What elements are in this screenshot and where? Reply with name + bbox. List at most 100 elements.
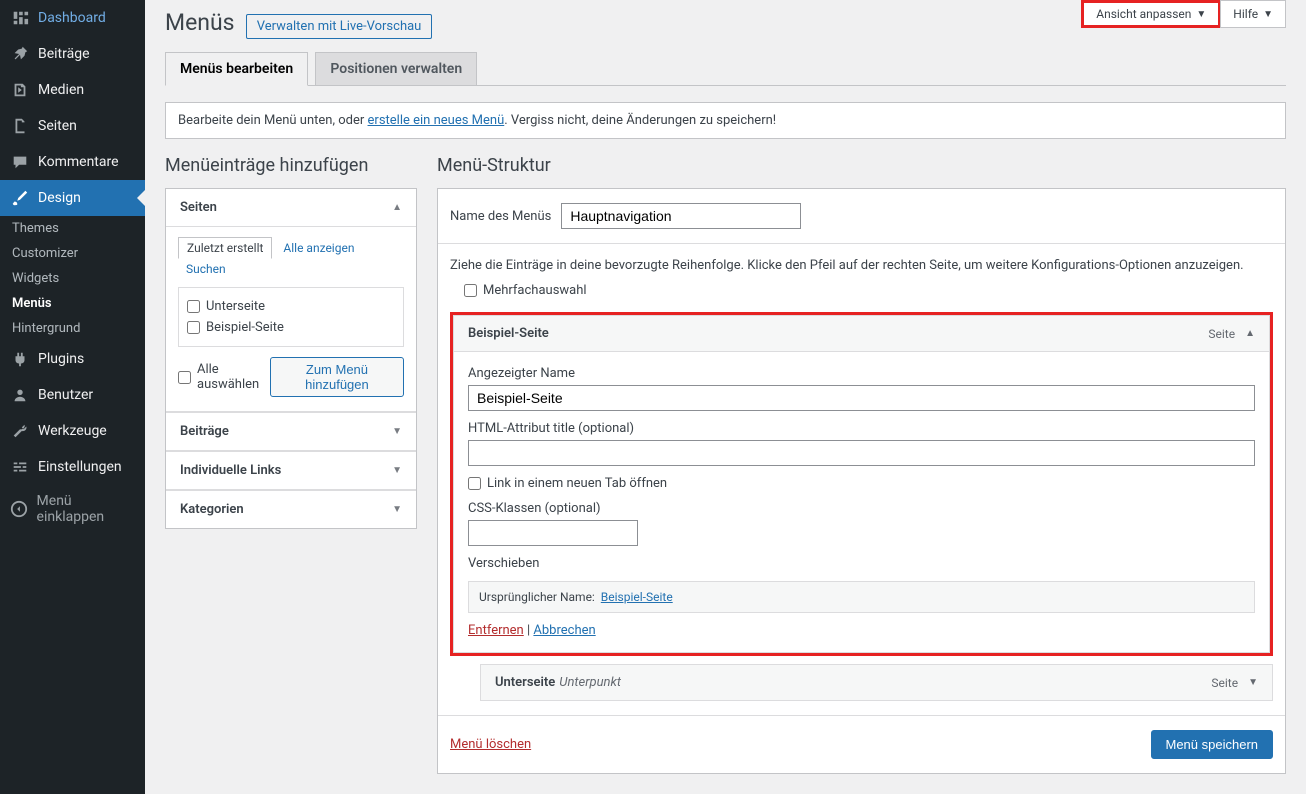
- caret-up-icon: ▲: [1245, 328, 1255, 339]
- label: Einstellungen: [38, 459, 122, 475]
- add-items-heading: Menüeinträge hinzufügen: [165, 155, 417, 176]
- label: Beiträge: [38, 46, 90, 62]
- accordion-posts-header[interactable]: Beiträge▼: [166, 412, 416, 451]
- sidebar-sub-customizer[interactable]: Customizer: [0, 241, 145, 266]
- move-label: Verschieben: [468, 556, 1255, 571]
- caret-down-icon: ▼: [392, 426, 402, 437]
- admin-sidebar: Dashboard Beiträge Medien Seiten Komment…: [0, 0, 145, 794]
- sidebar-item-users[interactable]: Benutzer: [0, 377, 145, 413]
- menu-name-input[interactable]: [561, 203, 801, 229]
- cancel-link[interactable]: Abbrechen: [533, 623, 595, 638]
- caret-down-icon: ▼: [392, 504, 402, 515]
- menu-item-settings: Angezeigter Name HTML-Attribut title (op…: [453, 352, 1270, 653]
- info-notice: Bearbeite dein Menü unten, oder erstelle…: [165, 102, 1286, 139]
- sidebar-sub-themes[interactable]: Themes: [0, 216, 145, 241]
- tab-edit-menus[interactable]: Menüs bearbeiten: [165, 52, 308, 86]
- original-name-box: Ursprünglicher Name: Beispiel-Seite: [468, 581, 1255, 613]
- menu-item-handle[interactable]: Beispiel-Seite Seite▲: [453, 315, 1270, 352]
- media-icon: [10, 80, 30, 100]
- delete-menu-link[interactable]: Menü löschen: [450, 737, 531, 752]
- wrench-icon: [10, 421, 30, 441]
- structure-heading: Menü-Struktur: [437, 155, 1286, 176]
- screen-options-button[interactable]: Ansicht anpassen▼: [1081, 0, 1221, 28]
- add-items-column: Menüeinträge hinzufügen Seiten▲ Zuletzt …: [165, 155, 417, 774]
- nav-label-input[interactable]: [468, 385, 1255, 411]
- accordion-pages-body: Zuletzt erstellt Alle anzeigen Suchen Un…: [166, 227, 416, 412]
- sidebar-item-media[interactable]: Medien: [0, 72, 145, 108]
- sidebar-item-posts[interactable]: Beiträge: [0, 36, 145, 72]
- live-preview-button[interactable]: Verwalten mit Live-Vorschau: [246, 14, 433, 39]
- label: Dashboard: [38, 10, 106, 26]
- label: Menü einklappen: [37, 493, 135, 525]
- nav-label-label: Angezeigter Name: [468, 366, 1255, 381]
- screen-meta: Ansicht anpassen▼ Hilfe▼: [1081, 0, 1286, 28]
- sidebar-item-comments[interactable]: Kommentare: [0, 144, 145, 180]
- add-to-menu-button[interactable]: Zum Menü hinzufügen: [270, 357, 404, 397]
- menu-item-beispiel: Beispiel-Seite Seite▲ Angezeigter Name H…: [450, 312, 1273, 656]
- collapse-icon: [10, 499, 29, 519]
- bulk-select-checkbox[interactable]: [464, 284, 477, 297]
- caret-down-icon: ▼: [1263, 9, 1273, 20]
- page-title: Menüs: [165, 0, 235, 40]
- brush-icon: [10, 188, 30, 208]
- sidebar-sub-widgets[interactable]: Widgets: [0, 266, 145, 291]
- page-checkbox-beispiel[interactable]: [187, 321, 200, 334]
- plug-icon: [10, 349, 30, 369]
- label: Seiten: [38, 118, 77, 134]
- sliders-icon: [10, 457, 30, 477]
- page-checklist: Unterseite Beispiel-Seite: [178, 287, 404, 347]
- title-attr-label: HTML-Attribut title (optional): [468, 421, 1255, 436]
- main-content: Ansicht anpassen▼ Hilfe▼ Menüs Verwalten…: [145, 0, 1306, 794]
- sidebar-item-dashboard[interactable]: Dashboard: [0, 0, 145, 36]
- menu-footer: Menü löschen Menü speichern: [438, 715, 1285, 773]
- sidebar-item-design[interactable]: Design: [0, 180, 145, 216]
- title-attr-input[interactable]: [468, 440, 1255, 466]
- new-tab-checkbox[interactable]: [468, 477, 481, 490]
- sidebar-sub-menus[interactable]: Menüs: [0, 291, 145, 316]
- page-icon: [10, 116, 30, 136]
- user-icon: [10, 385, 30, 405]
- original-link[interactable]: Beispiel-Seite: [601, 590, 673, 604]
- caret-down-icon: ▼: [392, 465, 402, 476]
- accordion: Seiten▲ Zuletzt erstellt Alle anzeigen S…: [165, 188, 417, 529]
- drag-instruction: Ziehe die Einträge in deine bevorzugte R…: [450, 258, 1273, 273]
- menu-header: Name des Menüs: [438, 189, 1285, 244]
- remove-item-link[interactable]: Entfernen: [468, 623, 524, 638]
- comment-icon: [10, 152, 30, 172]
- css-classes-input[interactable]: [468, 520, 638, 546]
- sidebar-item-settings[interactable]: Einstellungen: [0, 449, 145, 485]
- label: Benutzer: [38, 387, 93, 403]
- help-button[interactable]: Hilfe▼: [1220, 0, 1286, 28]
- save-menu-button[interactable]: Menü speichern: [1151, 730, 1274, 759]
- menu-item-handle[interactable]: UnterseiteUnterpunkt Seite▼: [480, 664, 1273, 701]
- create-menu-link[interactable]: erstelle ein neues Menü: [368, 113, 505, 128]
- caret-down-icon: ▼: [1196, 9, 1206, 20]
- accordion-pages-header[interactable]: Seiten▲: [166, 189, 416, 227]
- accordion-categories-header[interactable]: Kategorien▼: [166, 490, 416, 528]
- sidebar-collapse[interactable]: Menü einklappen: [0, 485, 145, 533]
- select-all-checkbox[interactable]: [178, 371, 191, 384]
- label: Werkzeuge: [38, 423, 107, 439]
- pin-icon: [10, 44, 30, 64]
- tab-recent[interactable]: Zuletzt erstellt: [178, 237, 272, 259]
- menu-item-unterseite: UnterseiteUnterpunkt Seite▼: [480, 664, 1273, 701]
- sidebar-item-tools[interactable]: Werkzeuge: [0, 413, 145, 449]
- tab-all[interactable]: Alle anzeigen: [275, 238, 362, 258]
- menu-name-label: Name des Menüs: [450, 209, 551, 224]
- accordion-custom-links-header[interactable]: Individuelle Links▼: [166, 451, 416, 490]
- label: Kommentare: [38, 154, 119, 170]
- tab-manage-positions[interactable]: Positionen verwalten: [315, 52, 477, 85]
- caret-down-icon: ▼: [1248, 677, 1258, 688]
- page-checkbox-unterseite[interactable]: [187, 300, 200, 313]
- sidebar-item-pages[interactable]: Seiten: [0, 108, 145, 144]
- caret-up-icon: ▲: [392, 202, 402, 213]
- css-classes-label: CSS-Klassen (optional): [468, 501, 1255, 516]
- tab-search[interactable]: Suchen: [178, 259, 234, 279]
- sidebar-sub-background[interactable]: Hintergrund: [0, 316, 145, 341]
- sidebar-item-plugins[interactable]: Plugins: [0, 341, 145, 377]
- nav-tabs: Menüs bearbeiten Positionen verwalten: [165, 52, 1286, 86]
- label: Design: [38, 190, 81, 206]
- dashboard-icon: [10, 8, 30, 28]
- label: Medien: [38, 82, 84, 98]
- menu-edit-panel: Name des Menüs Ziehe die Einträge in dei…: [437, 188, 1286, 774]
